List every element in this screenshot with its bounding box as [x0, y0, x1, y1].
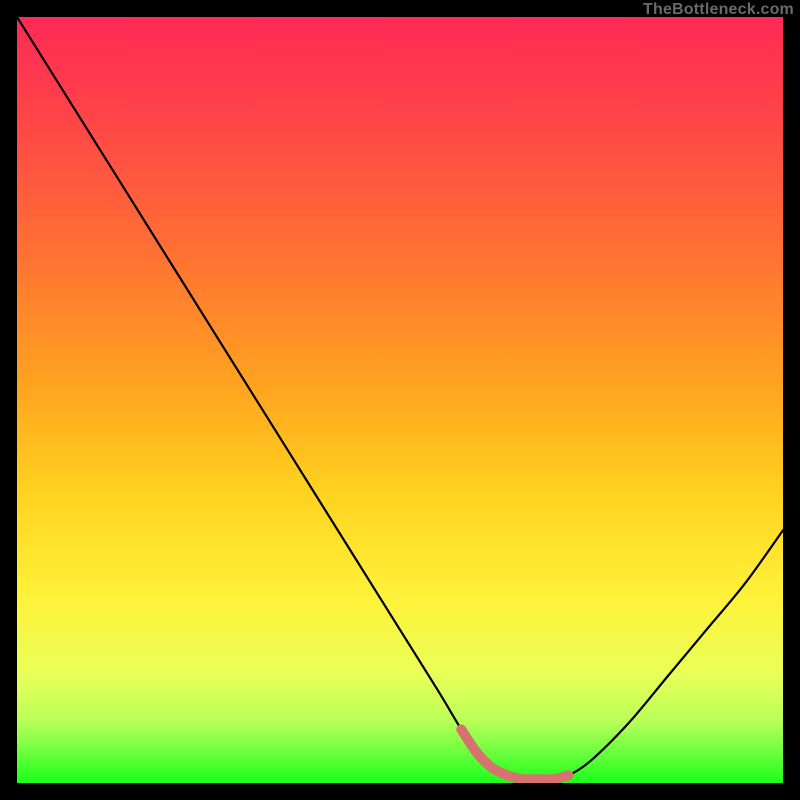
curve-svg: [17, 17, 783, 783]
chart-frame: TheBottleneck.com: [0, 0, 800, 800]
main-curve: [17, 17, 783, 779]
watermark-text: TheBottleneck.com: [643, 1, 794, 19]
highlight-segment: [461, 729, 568, 779]
plot-area: [17, 17, 783, 783]
